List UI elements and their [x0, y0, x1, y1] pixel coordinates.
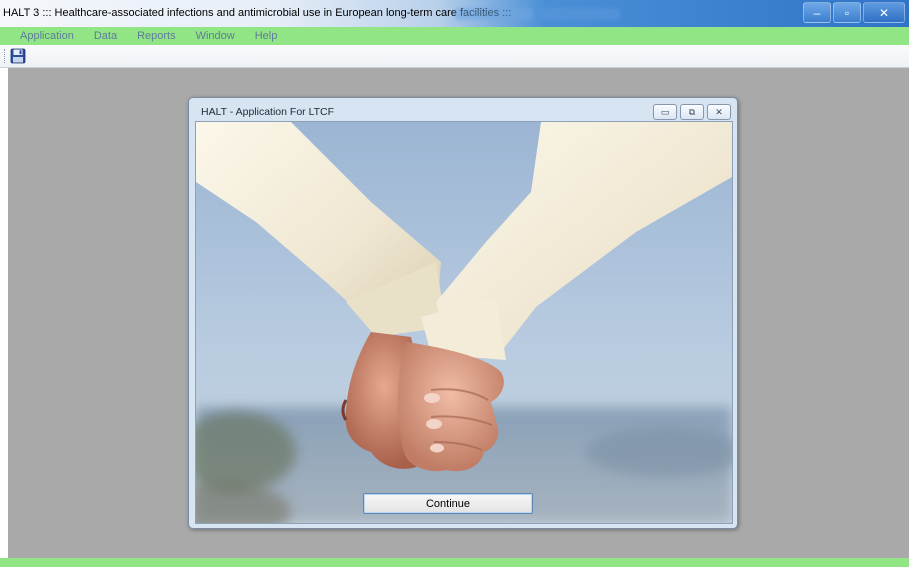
window-title: HALT 3 ::: Healthcare-associated infecti…: [3, 7, 512, 19]
toolbar-grip[interactable]: [4, 49, 7, 63]
title-bar: HALT 3 ::: Healthcare-associated infecti…: [0, 0, 909, 27]
title-obscured-segment-2: [540, 8, 620, 20]
menu-application[interactable]: Application: [20, 27, 74, 45]
continue-button[interactable]: Continue: [363, 493, 533, 514]
toolbar: [0, 45, 909, 68]
splash-window: HALT - Application For LTCF ▭ ⧉ ✕ Contin…: [188, 97, 738, 529]
maximize-button[interactable]: ▫: [833, 2, 861, 23]
holding-hands-photo: [195, 121, 733, 524]
app-window: HALT 3 ::: Healthcare-associated infecti…: [0, 0, 909, 567]
title-obscured-segment-1: [455, 8, 533, 20]
splash-window-controls: ▭ ⧉ ✕: [650, 104, 731, 120]
window-controls: ‒ ▫ ✕: [801, 2, 905, 23]
menu-reports[interactable]: Reports: [137, 27, 176, 45]
status-bar: [0, 558, 909, 567]
minimize-button[interactable]: ‒: [803, 2, 831, 23]
close-button[interactable]: ✕: [863, 2, 905, 23]
splash-close-button[interactable]: ✕: [707, 104, 731, 120]
menu-window[interactable]: Window: [196, 27, 235, 45]
menu-data[interactable]: Data: [94, 27, 117, 45]
mdi-left-margin: [0, 68, 8, 558]
splash-window-title: HALT - Application For LTCF: [201, 106, 335, 118]
menu-help[interactable]: Help: [255, 27, 278, 45]
splash-restore-button[interactable]: ⧉: [680, 104, 704, 120]
menu-bar: Application Data Reports Window Help: [0, 27, 909, 45]
splash-minimize-button[interactable]: ▭: [653, 104, 677, 120]
save-icon[interactable]: [10, 48, 26, 64]
